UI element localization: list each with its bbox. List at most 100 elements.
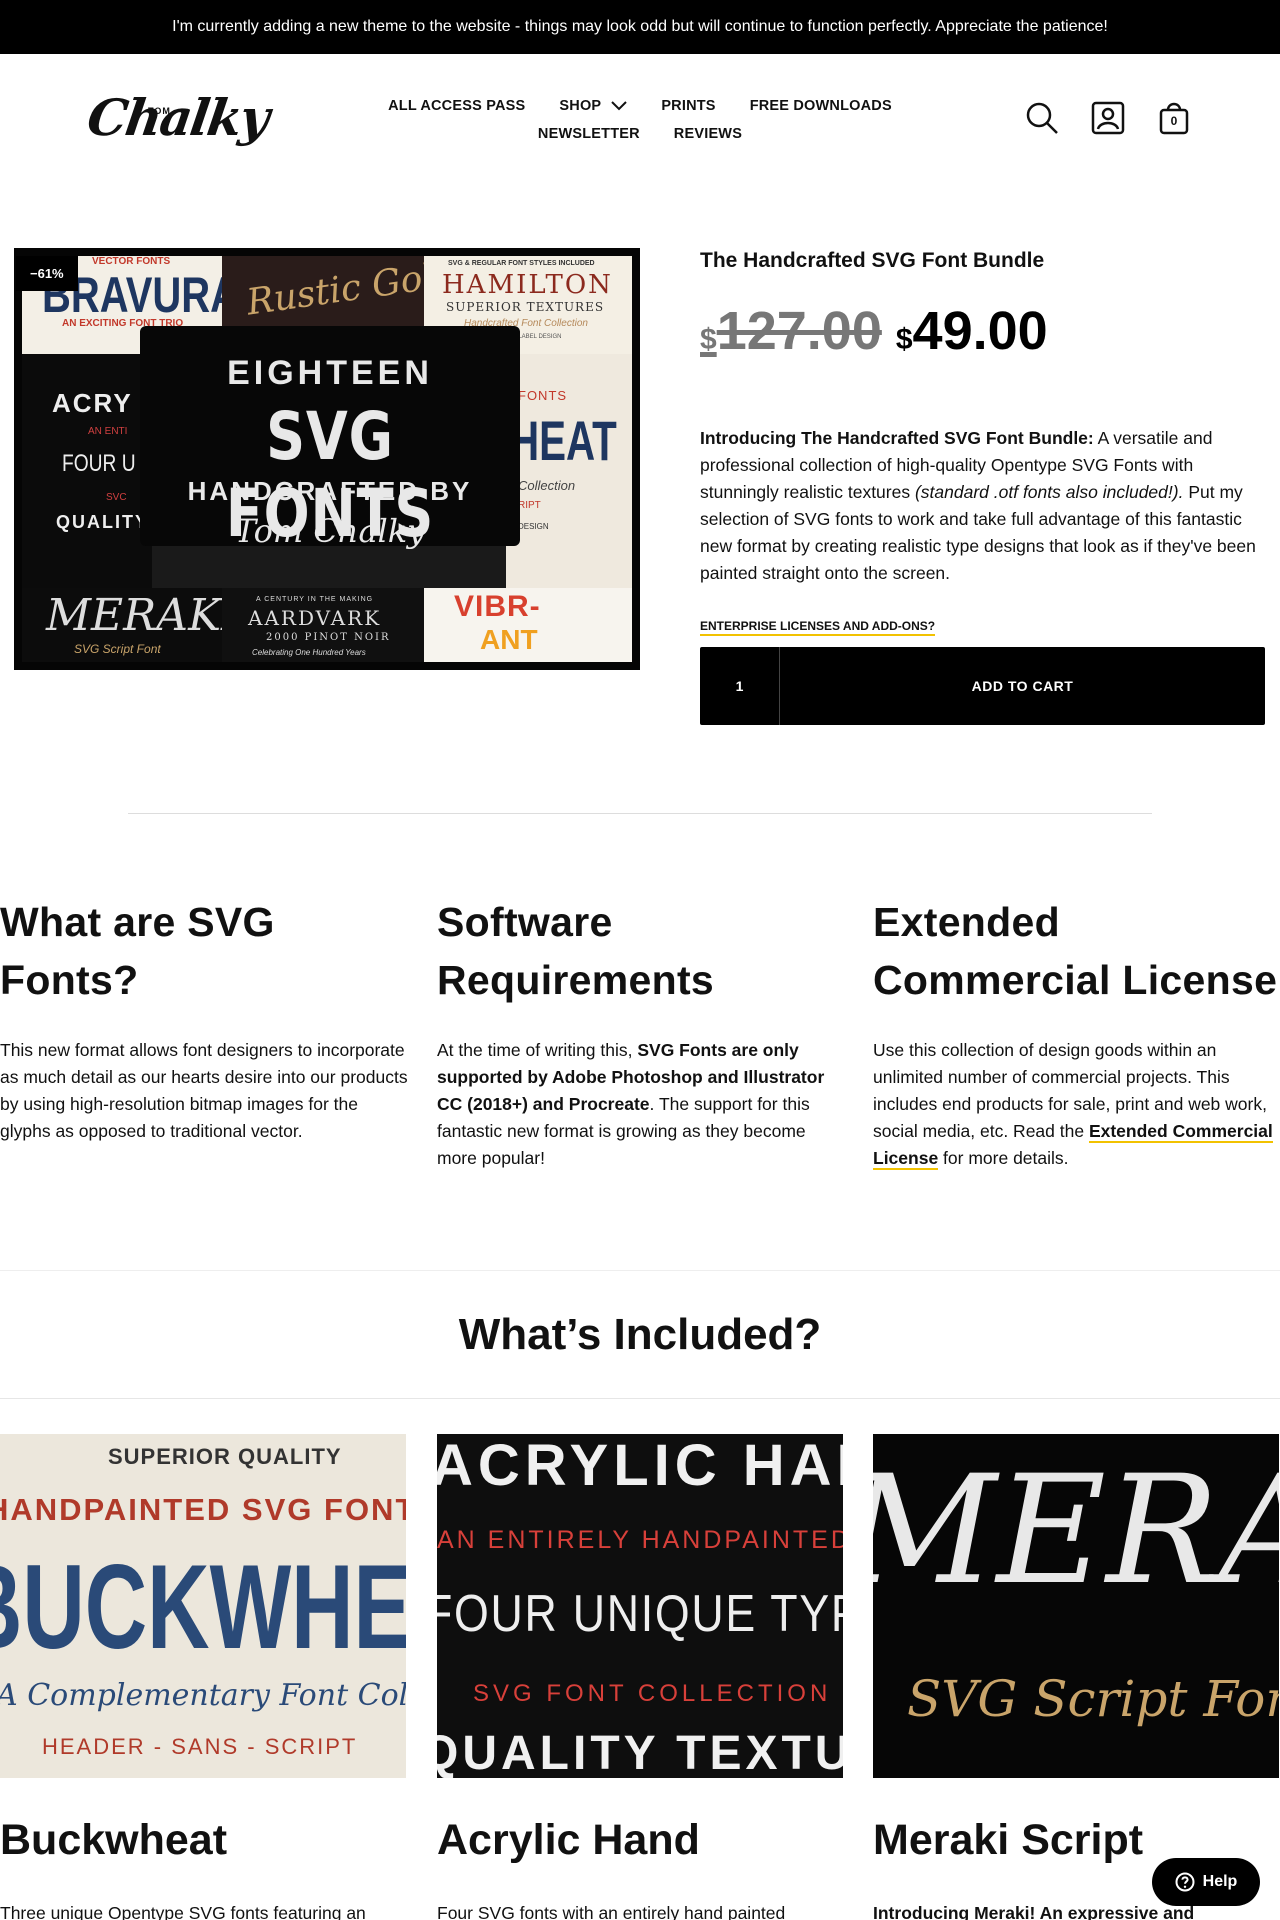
section-divider-2 xyxy=(0,1270,1280,1271)
tile-hamilton-sub: SUPERIOR TEXTURES xyxy=(446,300,605,314)
tile-aardvark-script: Celebrating One Hundred Years xyxy=(252,648,366,657)
desc-italic: (standard .otf fonts also included!). xyxy=(914,482,1184,502)
tile-quality: QUALITY xyxy=(56,512,149,532)
tile-vibrant-1: VIBR- xyxy=(454,590,541,623)
card-1-img-text-4: A Complementary Font Collection xyxy=(0,1678,406,1713)
collage-center-panel: EIGHTEEN SVG FONTS HANDCRAFTED BY Tom Ch… xyxy=(140,326,520,552)
nav-row-1: ALL ACCESS PASS SHOP PRINTS FREE DOWNLOA… xyxy=(360,98,920,114)
tile-collection: Collection xyxy=(518,478,576,493)
card-1-img-text-3: BUCKWHEAT xyxy=(0,1540,406,1674)
quantity-input[interactable]: 1 xyxy=(700,647,780,725)
tile-svc: SVC xyxy=(106,492,127,503)
old-price-value: 127.00 xyxy=(716,301,882,361)
old-price-currency: $ xyxy=(700,323,717,356)
enterprise-licenses-link[interactable]: ENTERPRISE LICENSES AND ADD-ONS? xyxy=(700,619,936,636)
announcement-text: I'm currently adding a new theme to the … xyxy=(172,18,1108,35)
card-acrylic-title[interactable]: Acrylic Hand xyxy=(437,1816,700,1865)
cart-button[interactable]: 0 xyxy=(1156,100,1192,136)
product-collage: VECTOR FONTS BRAVURA AN EXCITING FONT TR… xyxy=(22,256,632,662)
tile-heat: HEAT xyxy=(510,409,617,472)
product-image[interactable]: VECTOR FONTS BRAVURA AN EXCITING FONT TR… xyxy=(14,248,640,670)
collage-tile-vibrant: VIBR- ANT xyxy=(424,588,632,662)
collage-line-3: HANDCRAFTED BY xyxy=(187,476,473,506)
card-meraki-title[interactable]: Meraki Script xyxy=(873,1816,1143,1865)
collage-tile-acrylic: ACRY AN ENTI FOUR U SVC QUALITY xyxy=(22,354,152,588)
collage-tile-heat: FONTS HEAT Collection RIPT DESIGN xyxy=(506,354,632,588)
main-nav: ALL ACCESS PASS SHOP PRINTS FREE DOWNLOA… xyxy=(360,98,920,142)
nav-newsletter[interactable]: NEWSLETTER xyxy=(538,126,640,142)
included-heading: What’s Included? xyxy=(458,1310,822,1359)
nav-shop-label: SHOP xyxy=(559,98,602,114)
announcement-bar: I'm currently adding a new theme to the … xyxy=(0,0,1280,54)
tile-meraki-sub: SVG Script Font xyxy=(74,642,161,656)
section-divider xyxy=(128,813,1152,814)
tile-aardvark-sub: 2000 PINOT NOIR xyxy=(266,632,391,643)
tile-acrylic-sub: AN ENTI xyxy=(88,426,128,437)
logo-small-text: TOM xyxy=(148,106,171,116)
tile-meraki: MERAKI xyxy=(46,590,222,641)
desc-bold: Introducing The Handcrafted SVG Font Bun… xyxy=(700,428,1094,448)
old-price: $127.00 xyxy=(700,300,882,362)
card-3-img-text-2: SVG Script Font xyxy=(907,1670,1279,1728)
nav-prints[interactable]: PRINTS xyxy=(661,98,715,114)
collage-tile-aardvark: A CENTURY IN THE MAKING AARDVARK 2000 PI… xyxy=(222,588,424,662)
tile-four: FOUR U xyxy=(62,450,136,477)
new-price: $49.00 xyxy=(896,300,1048,362)
cart-count: 0 xyxy=(1170,114,1178,128)
logo-script: Chalky xyxy=(83,88,272,147)
add-to-cart-bar: 1 ADD TO CART xyxy=(700,647,1265,725)
card-meraki-image[interactable]: MERAKI SVG Script Font xyxy=(873,1434,1279,1778)
info-col-1-text: This new format allows font designers to… xyxy=(0,1040,408,1141)
nav-row-2: NEWSLETTER REVIEWS xyxy=(360,126,920,142)
tile-ript: RIPT xyxy=(518,500,541,511)
card-1-img-text-2: HANDPAINTED SVG FONTS xyxy=(0,1492,406,1527)
collage-line-1: EIGHTEEN xyxy=(227,354,433,392)
info-col-3-text-2: for more details. xyxy=(938,1148,1069,1168)
card-1-img-text-1: SUPERIOR QUALITY xyxy=(108,1444,342,1469)
nav-all-access-pass[interactable]: ALL ACCESS PASS xyxy=(388,98,525,114)
card-buckwheat-image[interactable]: SUPERIOR QUALITY HANDPAINTED SVG FONTS B… xyxy=(0,1434,406,1778)
nav-shop[interactable]: SHOP xyxy=(559,98,628,114)
account-icon[interactable] xyxy=(1090,100,1126,136)
tile-acrylic-title: ACRY xyxy=(52,388,133,418)
tile-vibrant-2: ANT xyxy=(480,624,538,655)
info-col-3-title: Extended Commercial License xyxy=(873,899,1278,1003)
tile-hamilton-title: HAMILTON xyxy=(442,270,613,300)
discount-badge: −61% xyxy=(16,256,78,291)
card-2-img-text-2: AN ENTIRELY HANDPAINTED xyxy=(437,1526,843,1554)
card-acrylic-image[interactable]: ACRYLIC HAND AN ENTIRELY HANDPAINTED FOU… xyxy=(437,1434,843,1778)
tile-aardvark-top: A CENTURY IN THE MAKING xyxy=(256,596,374,603)
collage-tile-meraki: MERAKI SVG Script Font xyxy=(22,588,222,662)
new-price-value: 49.00 xyxy=(912,301,1048,361)
collage-line-4: Tom Chalky xyxy=(234,512,426,550)
add-to-cart-button[interactable]: ADD TO CART xyxy=(780,647,1265,725)
header-icons: 0 xyxy=(1024,100,1192,136)
info-col-3-text: Use this collection of design goods with… xyxy=(873,1037,1280,1172)
product-title: The Handcrafted SVG Font Bundle xyxy=(700,249,1045,272)
chevron-down-icon xyxy=(611,101,628,111)
card-buckwheat-title[interactable]: Buckwheat xyxy=(0,1816,227,1865)
card-acrylic-text: Four SVG fonts with an entirely hand pai… xyxy=(437,1903,786,1920)
info-col-software: Software Requirements At the time of wri… xyxy=(437,893,849,1172)
info-col-svg-fonts: What are SVG Fonts? This new format allo… xyxy=(0,893,412,1145)
info-col-license: Extended Commercial License Use this col… xyxy=(873,893,1280,1172)
search-icon[interactable] xyxy=(1024,100,1060,136)
card-buckwheat-text: Three unique Opentype SVG fonts featurin… xyxy=(0,1903,366,1920)
card-3-img-text-1: MERAKI xyxy=(873,1444,1279,1618)
site-logo[interactable]: Chalky TOM xyxy=(84,80,272,160)
card-2-img-text-3: FOUR UNIQUE TYPEFACES xyxy=(437,1585,843,1643)
tile-aardvark: AARDVARK xyxy=(248,606,382,630)
nav-free-downloads[interactable]: FREE DOWNLOADS xyxy=(750,98,892,114)
card-2-img-text-1: ACRYLIC HAND xyxy=(437,1434,843,1498)
card-2-img-text-5: QUALITY TEXTURES xyxy=(437,1727,843,1778)
tile-hamilton-top: SVG & REGULAR FONT STYLES INCLUDED xyxy=(448,260,595,267)
nav-reviews[interactable]: REVIEWS xyxy=(674,126,742,142)
question-icon xyxy=(1175,1872,1195,1892)
card-2-img-text-4: SVG FONT COLLECTION xyxy=(473,1680,832,1707)
tile-design: DESIGN xyxy=(518,522,549,531)
product-description: Introducing The Handcrafted SVG Font Bun… xyxy=(700,425,1266,587)
section-divider-3 xyxy=(0,1398,1280,1399)
help-button[interactable]: Help xyxy=(1152,1858,1260,1906)
new-price-currency: $ xyxy=(895,323,913,356)
info-col-2-text-1: At the time of writing this, xyxy=(437,1040,638,1060)
